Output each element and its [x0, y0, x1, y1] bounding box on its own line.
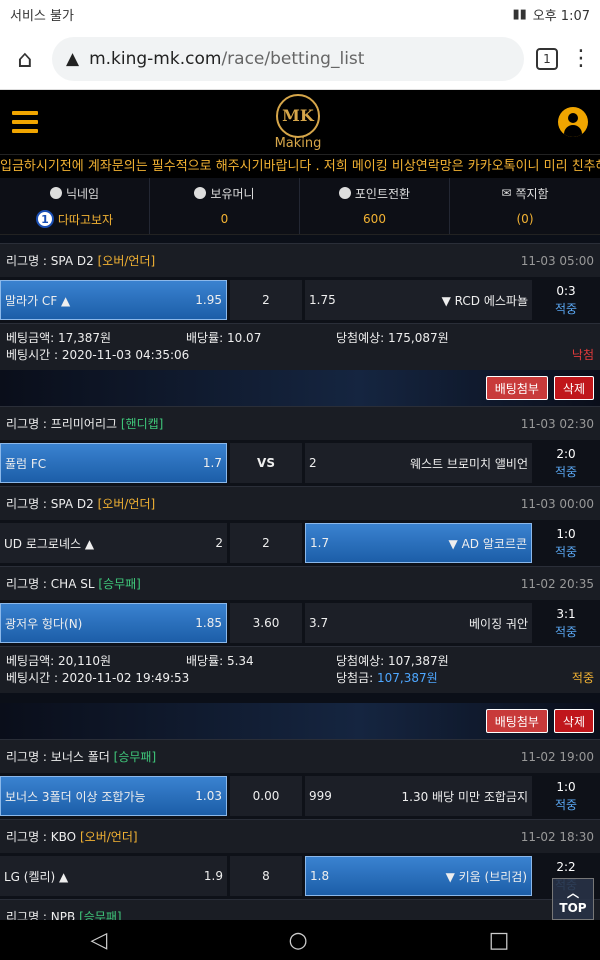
home-pick[interactable]: 광저우 헝다(N) 1.85 — [0, 603, 227, 643]
point-section[interactable]: 포인트전환 600 — [300, 178, 450, 234]
league-row: 리그명 : 보너스 폴더 [승무패] 11-02 19:00 — [0, 739, 600, 773]
league-row: 리그명 : 프리미어리그 [핸디캡] 11-03 02:30 — [0, 406, 600, 440]
away-pick[interactable]: 2 웨스트 브로미치 앨비언 — [305, 443, 532, 483]
user-info-bar: 닉네임 1 다따고보자 보유머니 0 포인트전환 600 ✉ 쪽지함 (0) — [0, 178, 600, 235]
memo-value: (0) — [516, 212, 534, 226]
league-row: 리그명 : NPB [승무패] — [0, 899, 600, 920]
draw-pick[interactable]: 8 — [230, 856, 302, 896]
bet-actions: 배팅첨부 삭제 — [0, 703, 600, 739]
chevron-up-icon: ︿ — [566, 885, 579, 900]
match-result: 3:1 적중 — [554, 607, 578, 639]
more-menu-icon[interactable]: ⋮ — [570, 46, 592, 71]
tab-switcher-button[interactable]: 1 — [536, 47, 558, 70]
menu-icon[interactable] — [12, 111, 38, 133]
logo-mark: MK — [275, 93, 320, 138]
match-row: LG (켈리) ▲1.9 8 1.8▼ 키움 (브리검) 2:2적중 — [0, 853, 600, 899]
notice-marquee: 입금하시기전에 계좌문의는 필수적으로 해주시기바랍니다 . 저희 메이킹 비상… — [0, 154, 600, 178]
clock: 오후 1:07 — [532, 8, 590, 24]
point-value: 600 — [363, 212, 386, 226]
level-badge: 1 — [35, 210, 54, 228]
point-icon — [338, 187, 351, 199]
memo-section[interactable]: ✉ 쪽지함 (0) — [450, 178, 600, 234]
match-result: 2:0 적중 — [554, 447, 578, 479]
match-row: 말라가 CF ▲ 1.95 2 1.75 ▼ RCD 에스파뇰 0:3 적중 — [0, 277, 600, 323]
bet-summary: 베팅금액: 17,387원 배당률: 10.07 당첨예상: 175,087원 베팅… — [0, 323, 600, 370]
result-badge: 적중 — [571, 671, 594, 685]
league-row: 리그명 : KBO [오버/언더] 11-02 18:30 — [0, 819, 600, 853]
draw-pick[interactable]: 0.00 — [230, 776, 302, 816]
league-row: 리그명 : SPA D2 [오버/언더] 11-03 05:00 — [0, 243, 600, 277]
logo-text: Making — [274, 135, 322, 151]
draw-pick[interactable]: 2 — [230, 523, 302, 563]
home-pick[interactable]: 말라가 CF ▲ 1.95 — [0, 280, 227, 320]
result-badge: 낙첨 — [571, 348, 594, 362]
coins-icon — [194, 187, 207, 199]
league-row: 리그명 : CHA SL [승무패] 11-02 20:35 — [0, 566, 600, 600]
home-pick[interactable]: 풀럼 FC 1.7 — [0, 443, 227, 483]
bet-slip: 배팅첨부 삭제 리그명 : 프리미어리그 [핸디캡] 11-03 02:30 풀… — [0, 370, 600, 693]
home-pick[interactable]: 보너스 3폴더 이상 조합가능 1.03 — [0, 776, 227, 816]
match-result: 1:0 적중 — [554, 527, 578, 559]
league-row: 리그명 : SPA D2 [오버/언더] 11-03 00:00 — [0, 486, 600, 520]
match-result: 0:3 적중 — [554, 284, 578, 316]
back-icon[interactable]: ◁ — [91, 928, 108, 953]
bet-slip: 리그명 : SPA D2 [오버/언더] 11-03 05:00 말라가 CF … — [0, 243, 600, 370]
site-logo[interactable]: MK Making — [274, 93, 322, 151]
nickname-section: 닉네임 1 다따고보자 — [0, 178, 150, 234]
away-pick[interactable]: 1.7 ▼ AD 알코르콘 — [305, 523, 532, 563]
attach-bet-button[interactable]: 배팅첨부 — [485, 709, 548, 733]
scroll-top-button[interactable]: ︿ TOP — [552, 878, 594, 920]
address-bar[interactable]: ▲ m.king-mk.com/race/betting_list — [52, 36, 524, 81]
recent-apps-icon[interactable]: □ — [489, 928, 510, 953]
draw-pick[interactable]: 2 — [230, 280, 302, 320]
away-pick[interactable]: 3.7 베이징 궈안 — [305, 603, 532, 643]
site-header: MK Making — [0, 90, 600, 154]
warning-icon: ▲ — [66, 48, 80, 69]
bet-slip: 배팅첨부 삭제 리그명 : 보너스 폴더 [승무패] 11-02 19:00 보… — [0, 703, 600, 920]
bet-summary: 베팅금액: 20,110원 배당률: 5.34 당첨예상: 107,387원 베팅시… — [0, 646, 600, 693]
nickname-value: 다따고보자 — [57, 212, 114, 227]
home-icon[interactable]: ⌂ — [10, 45, 40, 73]
away-pick[interactable]: 1.8 ▼ 키움 (브리검) — [305, 856, 532, 896]
home-pick[interactable]: UD 로그로녜스 ▲ 2 — [0, 523, 227, 563]
match-row: 광저우 헝다(N) 1.85 3.60 3.7 베이징 궈안 3:1 적중 — [0, 600, 600, 646]
attach-bet-button[interactable]: 배팅첨부 — [485, 376, 548, 400]
draw-pick[interactable]: VS — [230, 443, 302, 483]
bet-actions: 배팅첨부 삭제 — [0, 370, 600, 406]
carrier-text: 서비스 불가 — [10, 8, 74, 24]
away-pick[interactable]: 999 1.30 배당 미만 조합금지 — [305, 776, 532, 816]
away-pick[interactable]: 1.75 ▼ RCD 에스파뇰 — [305, 280, 532, 320]
android-nav-bar: ◁ ○ □ — [0, 920, 600, 960]
browser-toolbar: ⌂ ▲ m.king-mk.com/race/betting_list 1 ⋮ — [0, 28, 600, 90]
money-section[interactable]: 보유머니 0 — [150, 178, 300, 234]
draw-pick[interactable]: 3.60 — [230, 603, 302, 643]
home-circle-icon[interactable]: ○ — [288, 928, 307, 953]
delete-button[interactable]: 삭제 — [553, 709, 594, 733]
signal-icon: ▮▮ — [512, 6, 527, 22]
match-row: 보너스 3폴더 이상 조합가능 1.03 0.00 999 1.30 배당 미만 조… — [0, 773, 600, 819]
status-bar: 서비스 불가 ▮▮ 오후 1:07 — [0, 0, 600, 28]
match-row: 풀럼 FC 1.7 VS 2 웨스트 브로미치 앨비언 2:0 적중 — [0, 440, 600, 486]
delete-button[interactable]: 삭제 — [553, 376, 594, 400]
envelope-icon: ✉ — [501, 186, 512, 200]
money-value: 0 — [220, 212, 229, 226]
user-icon[interactable] — [557, 107, 588, 137]
user-small-icon — [49, 187, 62, 199]
home-pick[interactable]: LG (켈리) ▲ 1.9 — [0, 856, 227, 896]
match-row: UD 로그로녜스 ▲ 2 2 1.7 ▼ AD 알코르콘 1:0 적중 — [0, 520, 600, 566]
match-result: 1:0 적중 — [554, 780, 578, 812]
